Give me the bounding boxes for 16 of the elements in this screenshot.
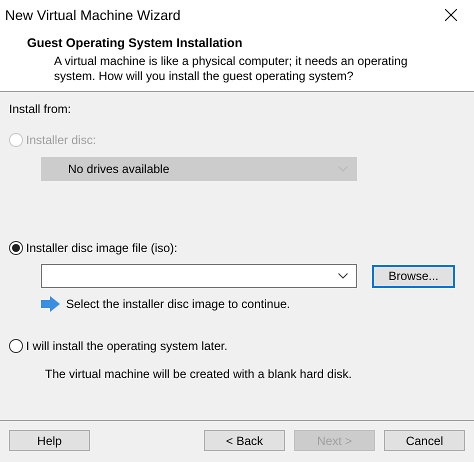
wizard-button[interactable]: Cancel: [384, 430, 465, 451]
page-title: Guest Operating System Installation: [27, 36, 244, 50]
iso-path-field[interactable]: [41, 264, 357, 288]
wizard-button[interactable]: < Back: [204, 430, 285, 451]
radio-button[interactable]: I will install the operating system later.: [9, 339, 228, 353]
wizard-button[interactable]: Help: [9, 430, 90, 451]
hint-text: Select the installer disc image to continue.: [66, 297, 290, 311]
radio-button[interactable]: Installer disc image file (iso):: [9, 241, 178, 255]
window-title: New Virtual Machine Wizard: [5, 7, 181, 23]
page-description: A virtual machine is like a physical computer; it needs an operating system. How will you install the guest operating system?: [54, 54, 409, 84]
arrow-icon: [41, 296, 60, 312]
note-text: The virtual machine will be created with a blank hard disk.: [45, 367, 353, 381]
group-label: Install from:: [9, 102, 72, 116]
close-icon: [445, 9, 457, 21]
chevron-icon: [338, 273, 348, 279]
browse-button[interactable]: Browse...: [372, 264, 455, 288]
